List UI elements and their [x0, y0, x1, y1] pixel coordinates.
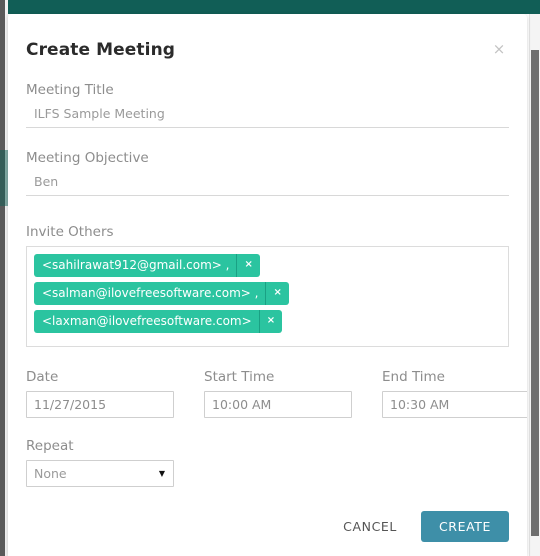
- meeting-title-label: Meeting Title: [26, 82, 114, 98]
- remove-chip-icon[interactable]: ×: [265, 282, 288, 305]
- dialog-footer: CANCEL CREATE: [337, 511, 509, 542]
- invite-chip[interactable]: <salman@ilovefreesoftware.com> , ×: [34, 282, 289, 305]
- left-accent-strip: [0, 150, 8, 206]
- start-time-field-group: Start Time: [204, 369, 352, 418]
- end-time-input[interactable]: [382, 391, 527, 418]
- invite-others-label: Invite Others: [26, 224, 114, 240]
- start-time-input[interactable]: [204, 391, 352, 418]
- date-input[interactable]: [26, 391, 174, 418]
- date-field-group: Date: [26, 369, 174, 418]
- page-scrollbar-thumb[interactable]: [531, 50, 539, 536]
- repeat-selected-value: None: [34, 466, 67, 481]
- chevron-down-icon: ▼: [158, 468, 165, 478]
- meeting-objective-input[interactable]: [26, 171, 509, 196]
- page-scrollbar-track[interactable]: [529, 14, 540, 556]
- start-time-label: Start Time: [204, 369, 275, 385]
- invite-chip-label: <salman@ilovefreesoftware.com> ,: [42, 286, 259, 300]
- invite-chip-label: <sahilrawat912@gmail.com> ,: [42, 258, 230, 272]
- date-label: Date: [26, 369, 59, 385]
- cancel-button[interactable]: CANCEL: [337, 511, 403, 542]
- remove-chip-icon[interactable]: ×: [236, 254, 259, 277]
- datetime-row: Date Start Time End Time: [26, 369, 527, 418]
- dialog-title: Create Meeting: [26, 40, 176, 60]
- invite-chip[interactable]: <sahilrawat912@gmail.com> , ×: [34, 254, 260, 277]
- repeat-field-group: Repeat None ▼: [26, 438, 509, 487]
- meeting-title-input[interactable]: [26, 103, 509, 128]
- repeat-select[interactable]: None ▼: [26, 460, 174, 487]
- invite-chip-label: <laxman@ilovefreesoftware.com>: [42, 314, 252, 328]
- end-time-label: End Time: [382, 369, 445, 385]
- create-meeting-dialog: Create Meeting × Meeting Title Meeting O…: [8, 14, 527, 556]
- invite-chip[interactable]: <laxman@ilovefreesoftware.com> ×: [34, 310, 283, 333]
- end-time-field-group: End Time: [382, 369, 527, 418]
- meeting-objective-label: Meeting Objective: [26, 150, 149, 166]
- create-button[interactable]: CREATE: [420, 511, 509, 542]
- remove-chip-icon[interactable]: ×: [258, 310, 282, 333]
- close-icon[interactable]: ×: [491, 41, 507, 57]
- repeat-label: Repeat: [26, 438, 74, 454]
- invite-others-chips-container[interactable]: <sahilrawat912@gmail.com> , × <salman@il…: [26, 246, 509, 347]
